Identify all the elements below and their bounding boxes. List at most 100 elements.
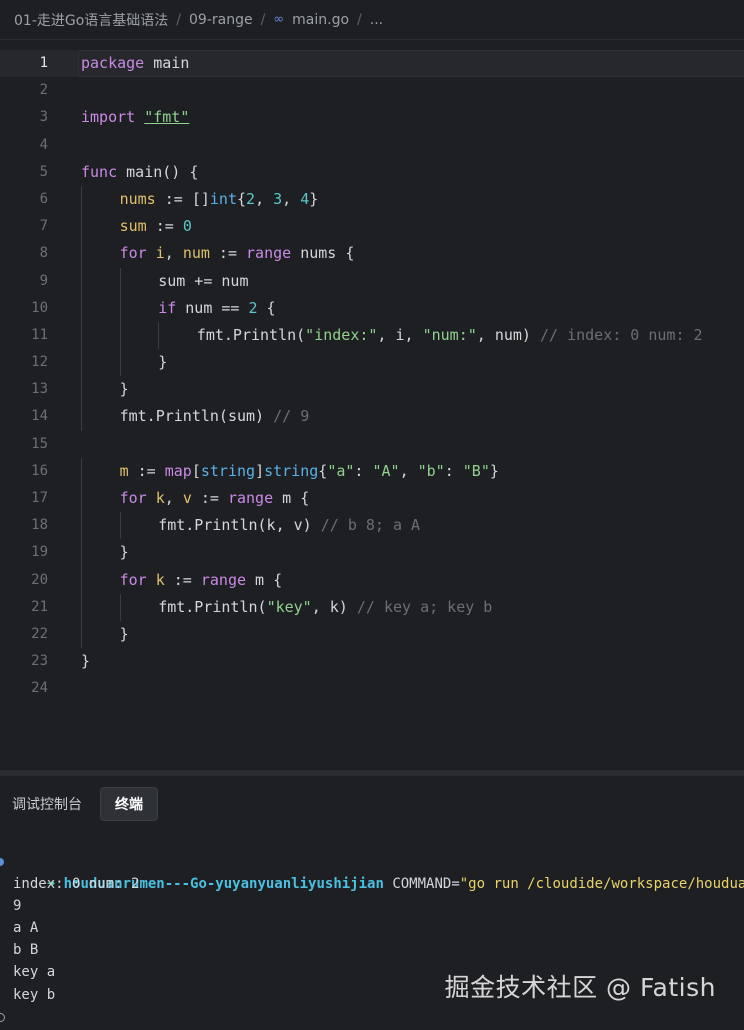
code-token: package xyxy=(81,54,145,72)
indent-guide xyxy=(81,512,82,540)
code-line[interactable]: 9 sum += num xyxy=(0,267,744,295)
line-number: 18 xyxy=(31,517,48,534)
code-token: nums { xyxy=(291,244,355,263)
code-token: } xyxy=(81,652,91,671)
line-number: 12 xyxy=(31,354,48,371)
code-text: } xyxy=(81,648,90,675)
code-token: "A" xyxy=(372,461,400,480)
code-line[interactable]: 5 func main() { xyxy=(0,159,744,186)
line-number: 3 xyxy=(39,109,48,126)
indent-guide xyxy=(119,267,121,295)
code-token: fmt.Println( xyxy=(196,325,306,344)
code-line[interactable]: 10 if num == 2 { xyxy=(0,294,744,322)
code-token: // 9 xyxy=(273,407,310,426)
indent-guide xyxy=(81,376,82,404)
code-line[interactable]: 7 sum := 0 xyxy=(0,213,744,241)
terminal-output-line: b B xyxy=(13,942,39,959)
breadcrumb-separator: / xyxy=(357,11,362,28)
code-token: sum += num xyxy=(158,271,249,290)
code-line[interactable]: 4 xyxy=(0,132,744,159)
indent-guide xyxy=(119,512,121,540)
code-token: k xyxy=(155,570,165,589)
tab-terminal[interactable]: 终端 xyxy=(100,787,158,821)
code-line[interactable]: 15 xyxy=(0,431,744,458)
tab-debug-console[interactable]: 调试控制台 xyxy=(12,788,82,820)
code-line[interactable]: 13} xyxy=(0,376,744,404)
line-number: 19 xyxy=(31,544,48,561)
code-token: string xyxy=(264,461,319,480)
code-editor[interactable]: 1 package main 2 3 import "fmt" 4 5 func main()… xyxy=(0,50,744,710)
code-token: { xyxy=(257,298,276,317)
code-token: "index:" xyxy=(305,325,378,344)
code-text: } xyxy=(120,376,129,403)
code-line[interactable]: 21 fmt.Println("key", k) // key a; key b xyxy=(0,593,744,621)
code-line[interactable]: 6 nums := []int{2, 3, 4} xyxy=(0,185,744,214)
code-text: func main() { xyxy=(81,159,198,186)
code-text: if num == 2 { xyxy=(158,295,275,322)
code-token: 2 xyxy=(248,298,258,317)
terminal-prompt-line[interactable]: ➜ houduanrumen---Go-yuyanyuanliyushijian xyxy=(0,1006,744,1030)
indent-guide xyxy=(81,566,82,594)
code-token: 2 xyxy=(246,189,256,208)
code-token: ] xyxy=(255,461,265,480)
circle-icon xyxy=(0,858,4,866)
panel-divider[interactable] xyxy=(0,770,744,776)
code-token: "a" xyxy=(327,461,355,480)
indent-guide xyxy=(81,267,82,295)
indent-guide xyxy=(81,213,82,241)
code-token: , i, xyxy=(377,325,423,344)
breadcrumb-symbols[interactable]: ... xyxy=(370,12,383,28)
code-line[interactable]: 22} xyxy=(0,620,744,649)
code-line[interactable]: 12} xyxy=(0,349,744,377)
code-token: , k) xyxy=(311,597,357,616)
code-line[interactable]: 1 package main xyxy=(0,50,744,78)
code-line[interactable]: 11 fmt.Println("index:", i, "num:", num) … xyxy=(0,321,744,350)
breadcrumb-separator: / xyxy=(176,11,181,28)
code-token: i xyxy=(155,244,165,263)
code-token: "fmt" xyxy=(144,108,190,127)
code-line[interactable]: 8 for i, num := range nums { xyxy=(0,240,744,268)
code-token: // index: 0 num: 2 xyxy=(539,325,703,344)
code-token: , xyxy=(164,489,183,507)
code-line[interactable]: 19} xyxy=(0,539,744,567)
line-number: 16 xyxy=(31,462,48,479)
code-token: : xyxy=(444,461,463,480)
code-line[interactable]: 17 for k, v := range m { xyxy=(0,485,744,513)
code-token: range xyxy=(227,489,274,507)
breadcrumb-folder-1[interactable]: 01-走进Go语言基础语法 xyxy=(14,10,168,30)
indent-guide xyxy=(119,321,121,350)
code-token: int xyxy=(209,189,237,208)
code-text: fmt.Println(sum) // 9 xyxy=(120,403,310,430)
code-token: := xyxy=(209,244,247,263)
code-line[interactable]: 23} xyxy=(0,648,744,675)
code-line[interactable]: 14 fmt.Println(sum) // 9 xyxy=(0,403,744,431)
code-text: import "fmt" xyxy=(81,104,189,131)
code-text: fmt.Println("key", k) // key a; key b xyxy=(158,594,492,621)
code-line[interactable]: 20 for k := range m { xyxy=(0,566,744,594)
panel-tabs: 调试控制台 终端 xyxy=(0,786,158,822)
code-token: num xyxy=(182,244,210,263)
breadcrumb-file[interactable]: main.go xyxy=(292,12,349,28)
code-line[interactable]: 2 xyxy=(0,77,744,104)
code-text: sum := 0 xyxy=(120,213,192,240)
code-line[interactable]: 16 m := map[string]string{"a": "A", "b": … xyxy=(0,457,744,485)
breadcrumb-folder-2[interactable]: 09-range xyxy=(189,12,253,28)
line-number: 1 xyxy=(39,55,48,71)
code-line[interactable]: 24 xyxy=(0,675,744,702)
code-line[interactable]: 18 fmt.Println(k, v) // b 8; a A xyxy=(0,512,744,540)
code-token: // b 8; a A xyxy=(320,516,421,535)
line-number: 8 xyxy=(39,245,48,262)
code-token: , xyxy=(399,461,418,480)
indent-guide xyxy=(81,240,82,268)
code-token: nums xyxy=(119,189,156,208)
code-token: k xyxy=(155,489,165,507)
indent-guide xyxy=(81,349,82,377)
indent-guide xyxy=(81,457,82,485)
code-line[interactable]: 3 import "fmt" xyxy=(0,104,744,131)
line-number: 13 xyxy=(31,381,48,398)
code-token: } xyxy=(119,380,129,399)
code-token: for xyxy=(119,244,147,263)
terminal-output-line: a A xyxy=(13,920,39,937)
